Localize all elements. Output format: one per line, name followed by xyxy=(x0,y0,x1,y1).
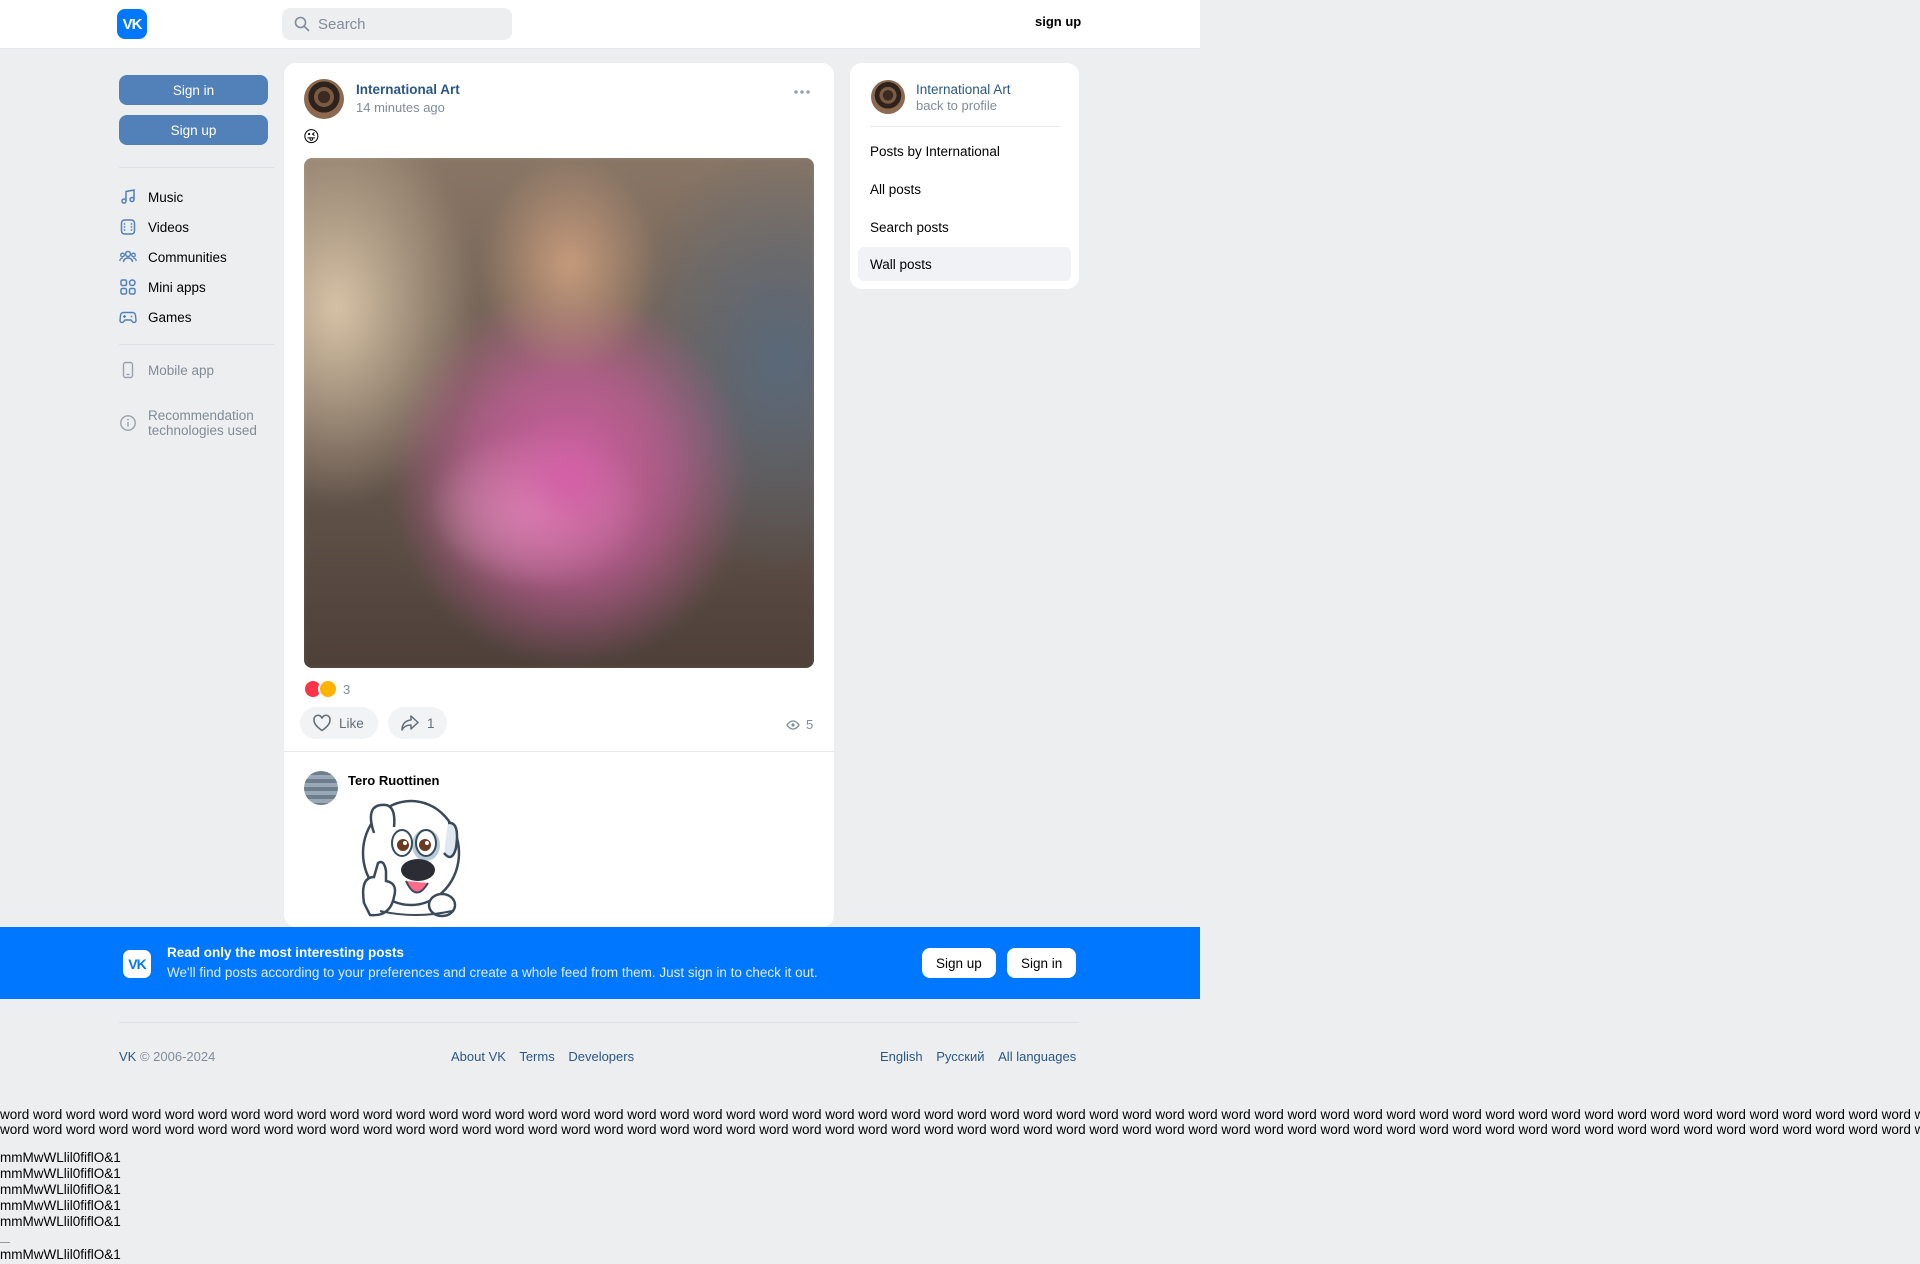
test-glyph-line: mmMwWLlil0fiflO&1 xyxy=(0,1166,121,1181)
post-timestamp[interactable]: 14 minutes ago xyxy=(356,100,445,115)
footer-divider xyxy=(119,1022,1079,1023)
test-glyph-line: mmMwWLlil0fiflO&1 xyxy=(0,1198,121,1213)
test-rule xyxy=(0,1242,10,1243)
footer-developers-link[interactable]: Developers xyxy=(568,1049,634,1064)
reactions-summary[interactable]: 3 xyxy=(303,679,350,699)
share-count: 1 xyxy=(427,715,435,731)
reaction-count: 3 xyxy=(343,681,351,697)
menu-item-posts-by-international[interactable]: Posts by International xyxy=(858,134,1071,168)
sidebar-item-games[interactable]: Games xyxy=(119,306,192,328)
vk-logo: VK xyxy=(123,950,151,978)
recommendation-line-2: technologies used xyxy=(148,423,257,438)
banner-text: We'll find posts according to your prefe… xyxy=(167,965,818,980)
share-icon xyxy=(401,715,419,731)
test-glyph-line: mmMwWLlil0fiflO&1 xyxy=(0,1247,121,1262)
mini-apps-icon xyxy=(119,278,137,296)
post-card: International Art 14 minutes ago 😜 3 Lik… xyxy=(284,63,834,927)
vk-logo[interactable]: VK xyxy=(117,9,147,39)
signin-banner: VK Read only the most interesting posts … xyxy=(0,927,1200,999)
search-box[interactable] xyxy=(282,8,512,40)
sidebar-item-videos[interactable]: Videos xyxy=(119,216,189,238)
comment-author-link[interactable]: Tero Ruottinen xyxy=(348,773,439,788)
views-counter: 5 xyxy=(786,717,813,732)
language-english-link[interactable]: English xyxy=(880,1049,923,1064)
search-icon xyxy=(294,16,310,32)
dog-sticker[interactable] xyxy=(356,793,466,921)
banner-signin-button[interactable]: Sign in xyxy=(1007,948,1077,978)
sidebar-item-label: Communities xyxy=(148,249,227,265)
all-languages-link[interactable]: All languages xyxy=(998,1049,1076,1064)
menu-item-wall-posts[interactable]: Wall posts xyxy=(858,247,1071,281)
test-glyph-line: mmMwWLlil0fiflO&1 xyxy=(0,1182,121,1197)
footer-links: About VK Terms Developers xyxy=(451,1049,644,1064)
music-icon xyxy=(119,188,137,206)
footer-languages: English Русский All languages xyxy=(880,1049,1076,1064)
like-label: Like xyxy=(339,715,364,731)
post-divider xyxy=(284,751,834,752)
menu-item-search-posts[interactable]: Search posts xyxy=(858,210,1071,244)
sidebar-signin-button[interactable]: Sign in xyxy=(119,75,268,105)
sidebar-item-recommendations[interactable]: Recommendation technologies used xyxy=(119,408,257,440)
sidebar-item-communities[interactable]: Communities xyxy=(119,246,227,268)
search-input[interactable] xyxy=(316,14,510,34)
sidebar-item-mini-apps[interactable]: Mini apps xyxy=(119,276,206,298)
language-russian-link[interactable]: Русский xyxy=(936,1049,984,1064)
footer-terms-link[interactable]: Terms xyxy=(519,1049,554,1064)
banner-signup-button[interactable]: Sign up xyxy=(922,948,996,978)
footer-copyright: VK © 2006-2024 xyxy=(119,1049,215,1064)
test-word-line: word word word word word word word word … xyxy=(0,1107,1920,1122)
blurred-photo-content xyxy=(304,158,814,668)
laugh-reaction-icon xyxy=(318,679,338,699)
back-to-profile-link[interactable]: back to profile xyxy=(916,98,997,113)
sidebar-item-mobile-app[interactable]: Mobile app xyxy=(119,359,214,381)
eye-icon xyxy=(786,719,800,730)
sidebar-item-label: Mini apps xyxy=(148,279,206,295)
test-glyph-block: mmMwWLlil0fiflO&1 mmMwWLlil0fiflO&1 mmMw… xyxy=(0,1150,121,1230)
sidebar-item-label: Mobile app xyxy=(148,362,215,378)
sidebar-item-label: Recommendation technologies used xyxy=(148,408,257,438)
share-button[interactable]: 1 xyxy=(388,707,447,739)
sidebar-divider xyxy=(119,167,274,168)
author-avatar[interactable] xyxy=(304,79,344,119)
sidebar-divider xyxy=(119,344,274,345)
profile-avatar[interactable] xyxy=(871,80,905,114)
info-icon xyxy=(119,414,137,432)
copyright-text: © 2006-2024 xyxy=(136,1049,216,1064)
vk-link[interactable]: VK xyxy=(119,1049,136,1064)
top-header: VK sign up xyxy=(0,0,1200,49)
sidebar-item-label: Music xyxy=(148,189,184,205)
post-author-link[interactable]: International Art xyxy=(356,82,460,97)
menu-item-all-posts[interactable]: All posts xyxy=(858,172,1071,206)
sidebar-item-label: Games xyxy=(148,309,192,325)
menu-divider xyxy=(870,126,1060,127)
sidebar-signup-button[interactable]: Sign up xyxy=(119,115,268,145)
recommendation-line-1: Recommendation xyxy=(148,408,254,423)
comment-avatar[interactable] xyxy=(304,771,338,805)
banner-title: Read only the most interesting posts xyxy=(167,945,405,960)
post-photo[interactable] xyxy=(304,158,814,668)
wall-filter-menu: International Art back to profile Posts … xyxy=(850,63,1079,289)
sidebar-item-music[interactable]: Music xyxy=(119,186,183,208)
test-word-line: word word word word word word word word … xyxy=(0,1122,1920,1137)
post-text-emoji: 😜 xyxy=(303,129,320,146)
header-signup-link[interactable]: sign up xyxy=(1035,14,1081,29)
test-glyph-line: mmMwWLlil0fiflO&1 xyxy=(0,1150,121,1165)
heart-icon xyxy=(313,714,331,732)
communities-icon xyxy=(119,248,137,266)
video-icon xyxy=(119,218,137,236)
views-count: 5 xyxy=(806,717,814,732)
more-options-icon[interactable] xyxy=(793,87,811,97)
like-button[interactable]: Like xyxy=(300,707,378,739)
phone-icon xyxy=(119,361,137,379)
gamepad-icon xyxy=(119,308,137,326)
test-glyph-line: mmMwWLlil0fiflO&1 xyxy=(0,1214,121,1229)
sidebar-item-label: Videos xyxy=(148,219,190,235)
profile-name-link[interactable]: International Art xyxy=(916,82,1011,97)
footer-about-link[interactable]: About VK xyxy=(451,1049,506,1064)
